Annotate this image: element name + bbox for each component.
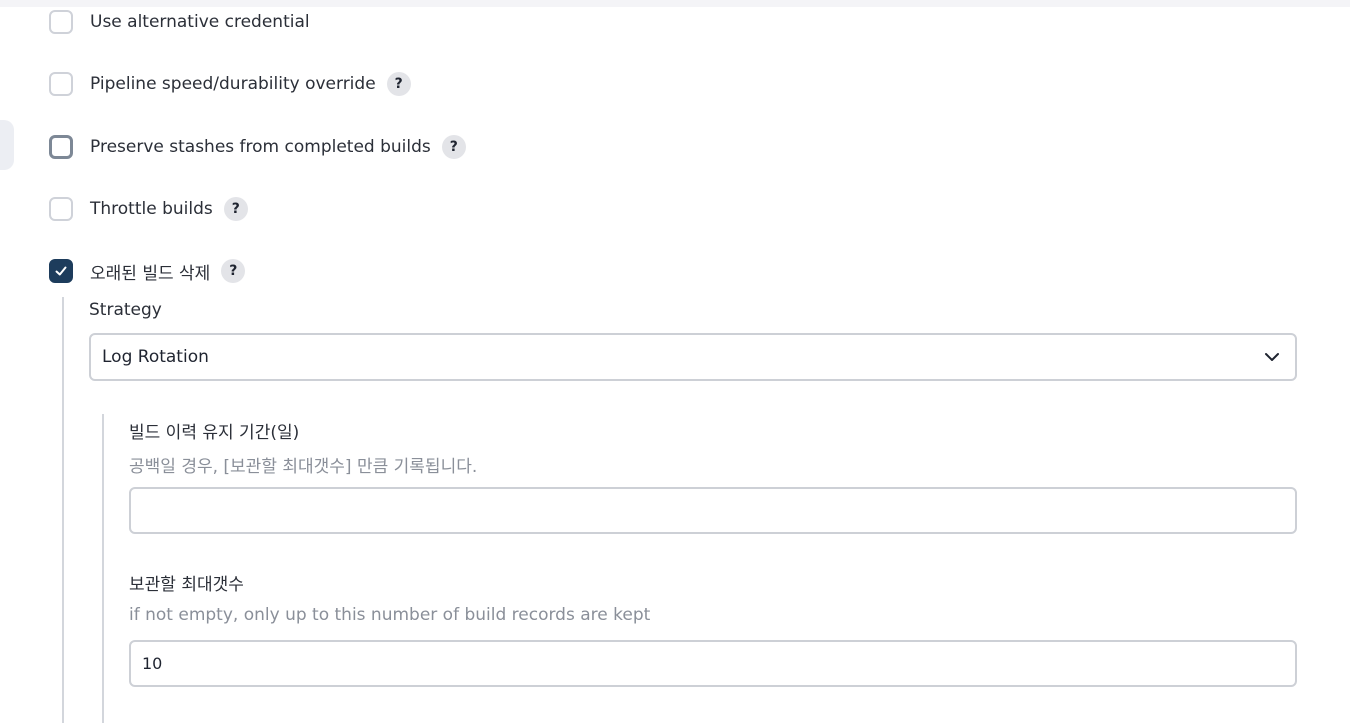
help-icon[interactable]: ? <box>221 259 246 283</box>
days-to-keep-label: 빌드 이력 유지 기간(일) <box>129 423 300 443</box>
section-indent-line <box>62 297 64 723</box>
option-label: Preserve stashes from completed builds <box>90 137 431 157</box>
option-label: Pipeline speed/durability override <box>90 74 376 94</box>
option-discard-old-builds[interactable]: 오래된 빌드 삭제 ? <box>49 257 246 285</box>
option-throttle-builds[interactable]: Throttle builds ? <box>49 195 248 223</box>
option-preserve-stashes[interactable]: Preserve stashes from completed builds ? <box>49 133 466 161</box>
strategy-select-value: Log Rotation <box>102 347 209 367</box>
chevron-down-icon <box>1263 348 1281 366</box>
max-to-keep-input[interactable] <box>129 640 1297 687</box>
checkbox[interactable] <box>49 10 73 34</box>
strategy-select[interactable]: Log Rotation <box>89 333 1297 381</box>
option-label: Use alternative credential <box>90 12 310 32</box>
help-icon[interactable]: ? <box>223 197 248 221</box>
checkbox[interactable] <box>49 72 73 96</box>
strategy-label: Strategy <box>89 300 162 320</box>
help-icon[interactable]: ? <box>441 135 466 159</box>
days-to-keep-input[interactable] <box>129 487 1297 534</box>
max-to-keep-description: if not empty, only up to this number of … <box>129 605 651 625</box>
option-label: Throttle builds <box>90 199 213 219</box>
checkbox-checked[interactable] <box>49 259 73 283</box>
help-icon[interactable]: ? <box>386 72 411 96</box>
option-use-alternative-credential[interactable]: Use alternative credential <box>49 8 310 36</box>
checkbox[interactable] <box>49 135 73 159</box>
checkmark-icon <box>55 266 67 276</box>
days-to-keep-description: 공백일 경우, [보관할 최대갯수] 만큼 기록됩니다. <box>129 457 478 477</box>
top-strip <box>0 0 1350 7</box>
side-tab[interactable] <box>0 120 14 170</box>
max-to-keep-label: 보관할 최대갯수 <box>129 575 244 595</box>
subsection-indent-line <box>102 414 104 723</box>
option-pipeline-speed-durability[interactable]: Pipeline speed/durability override ? <box>49 70 411 98</box>
checkbox[interactable] <box>49 197 73 221</box>
option-label: 오래된 빌드 삭제 <box>90 263 211 284</box>
